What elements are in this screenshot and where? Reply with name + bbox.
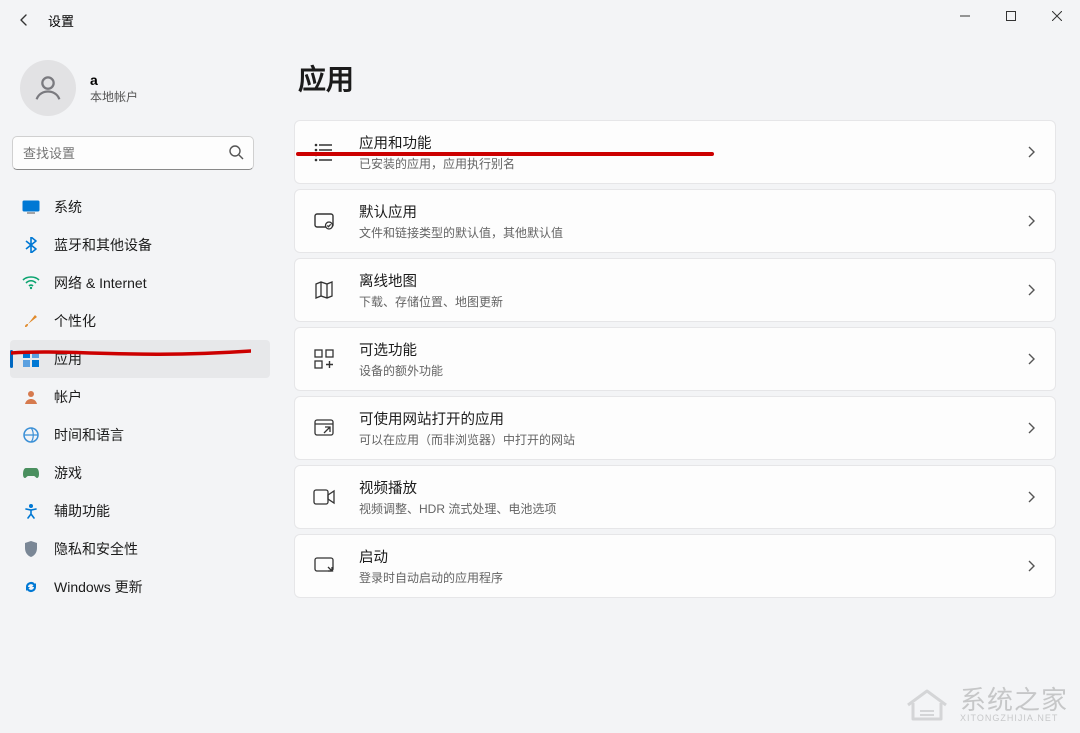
sidebar: a 本地帐户 系统 蓝牙和其他设备 网络 & Internet xyxy=(0,40,280,733)
update-icon xyxy=(22,578,40,596)
globe-clock-icon xyxy=(22,426,40,444)
system-icon xyxy=(22,198,40,216)
sidebar-item-label: 帐户 xyxy=(54,387,82,407)
card-title: 视频播放 xyxy=(359,477,1025,498)
chevron-right-icon xyxy=(1025,560,1037,572)
card-title: 应用和功能 xyxy=(359,132,1025,153)
card-subtitle: 设备的额外功能 xyxy=(359,362,1025,379)
card-subtitle: 可以在应用（而非浏览器）中打开的网站 xyxy=(359,431,1025,448)
minimize-button[interactable] xyxy=(942,0,988,32)
map-icon xyxy=(313,279,335,301)
close-button[interactable] xyxy=(1034,0,1080,32)
search-icon xyxy=(228,144,244,160)
card-video-playback[interactable]: 视频播放视频调整、HDR 流式处理、电池选项 xyxy=(294,465,1056,529)
defaults-icon xyxy=(313,210,335,232)
shield-icon xyxy=(22,540,40,558)
search-input[interactable] xyxy=(12,136,254,170)
card-optional-features[interactable]: 可选功能设备的额外功能 xyxy=(294,327,1056,391)
page-title: 应用 xyxy=(298,58,1056,98)
list-icon xyxy=(313,141,335,163)
apps-icon xyxy=(22,350,40,368)
video-icon xyxy=(313,486,335,508)
card-title: 可选功能 xyxy=(359,339,1025,360)
card-title: 默认应用 xyxy=(359,201,1025,222)
sidebar-item-label: 时间和语言 xyxy=(54,425,124,445)
chevron-right-icon xyxy=(1025,215,1037,227)
chevron-right-icon xyxy=(1025,146,1037,158)
person-icon xyxy=(22,388,40,406)
profile-name: a xyxy=(90,72,138,88)
sidebar-item-label: 应用 xyxy=(54,349,82,369)
card-subtitle: 登录时自动启动的应用程序 xyxy=(359,569,1025,586)
chevron-right-icon xyxy=(1025,353,1037,365)
sidebar-item-label: 系统 xyxy=(54,197,82,217)
chevron-right-icon xyxy=(1025,284,1037,296)
card-title: 可使用网站打开的应用 xyxy=(359,408,1025,429)
sidebar-item-label: 辅助功能 xyxy=(54,501,110,521)
card-startup[interactable]: 启动登录时自动启动的应用程序 xyxy=(294,534,1056,598)
sidebar-item-apps[interactable]: 应用 xyxy=(10,340,270,378)
gaming-icon xyxy=(22,464,40,482)
card-apps-features[interactable]: 应用和功能已安装的应用，应用执行别名 xyxy=(294,120,1056,184)
nav: 系统 蓝牙和其他设备 网络 & Internet 个性化 应用 帐户 xyxy=(10,188,270,606)
brush-icon xyxy=(22,312,40,330)
profile[interactable]: a 本地帐户 xyxy=(10,50,270,130)
accessibility-icon xyxy=(22,502,40,520)
card-subtitle: 已安装的应用，应用执行别名 xyxy=(359,155,1025,172)
sidebar-item-network[interactable]: 网络 & Internet xyxy=(10,264,270,302)
sidebar-item-label: 游戏 xyxy=(54,463,82,483)
sidebar-item-time-language[interactable]: 时间和语言 xyxy=(10,416,270,454)
profile-subtitle: 本地帐户 xyxy=(90,88,138,105)
window-title: 设置 xyxy=(48,11,74,30)
card-subtitle: 视频调整、HDR 流式处理、电池选项 xyxy=(359,500,1025,517)
sidebar-item-windows-update[interactable]: Windows 更新 xyxy=(10,568,270,606)
sidebar-item-label: Windows 更新 xyxy=(54,577,143,597)
card-default-apps[interactable]: 默认应用文件和链接类型的默认值，其他默认值 xyxy=(294,189,1056,253)
card-offline-maps[interactable]: 离线地图下载、存储位置、地图更新 xyxy=(294,258,1056,322)
back-button[interactable] xyxy=(8,4,40,36)
sidebar-item-accessibility[interactable]: 辅助功能 xyxy=(10,492,270,530)
sidebar-item-privacy[interactable]: 隐私和安全性 xyxy=(10,530,270,568)
card-apps-for-websites[interactable]: 可使用网站打开的应用可以在应用（而非浏览器）中打开的网站 xyxy=(294,396,1056,460)
sidebar-item-label: 网络 & Internet xyxy=(54,273,147,293)
grid-plus-icon xyxy=(313,348,335,370)
card-title: 离线地图 xyxy=(359,270,1025,291)
wifi-icon xyxy=(22,274,40,292)
chevron-right-icon xyxy=(1025,422,1037,434)
main: 应用 应用和功能已安装的应用，应用执行别名 默认应用文件和链接类型的默认值，其他… xyxy=(280,40,1080,733)
sidebar-item-bluetooth[interactable]: 蓝牙和其他设备 xyxy=(10,226,270,264)
sidebar-item-personalization[interactable]: 个性化 xyxy=(10,302,270,340)
window-link-icon xyxy=(313,417,335,439)
sidebar-item-accounts[interactable]: 帐户 xyxy=(10,378,270,416)
sidebar-item-label: 隐私和安全性 xyxy=(54,539,138,559)
card-subtitle: 文件和链接类型的默认值，其他默认值 xyxy=(359,224,1025,241)
sidebar-item-label: 蓝牙和其他设备 xyxy=(54,235,152,255)
sidebar-item-gaming[interactable]: 游戏 xyxy=(10,454,270,492)
maximize-button[interactable] xyxy=(988,0,1034,32)
sidebar-item-system[interactable]: 系统 xyxy=(10,188,270,226)
sidebar-item-label: 个性化 xyxy=(54,311,96,331)
card-title: 启动 xyxy=(359,546,1025,567)
chevron-right-icon xyxy=(1025,491,1037,503)
startup-icon xyxy=(313,555,335,577)
bluetooth-icon xyxy=(22,236,40,254)
card-subtitle: 下载、存储位置、地图更新 xyxy=(359,293,1025,310)
avatar xyxy=(20,60,76,116)
